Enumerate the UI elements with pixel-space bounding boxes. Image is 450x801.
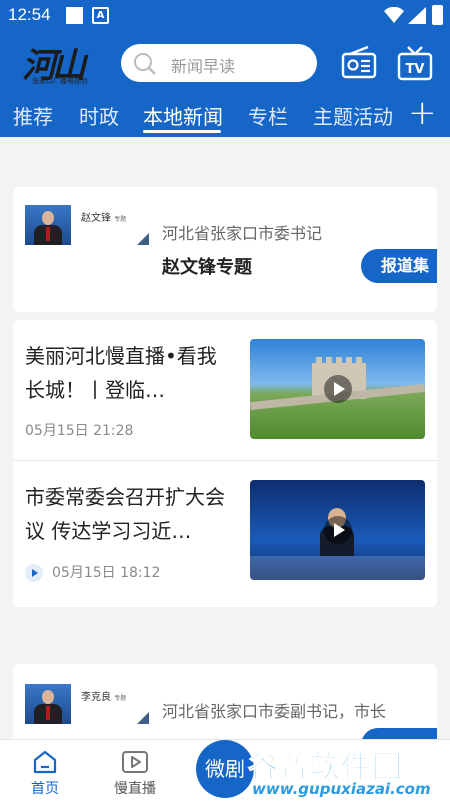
thumbnail-name: 赵文锋 专题 bbox=[81, 213, 127, 224]
tab-column[interactable]: 专栏 bbox=[248, 101, 288, 130]
logo-subtitle: 张家口广播电视台 bbox=[32, 77, 88, 85]
portrait-image bbox=[25, 205, 71, 245]
tab-local-news[interactable]: 本地新闻 bbox=[143, 101, 223, 130]
topic-card[interactable]: 李克良 专题 河北省张家口市委副书记，市长 bbox=[13, 664, 437, 744]
tv-button[interactable]: TV bbox=[396, 44, 434, 82]
topic-card[interactable]: 赵文锋 专题 河北省张家口市委书记 赵文锋专题 报道集 bbox=[13, 187, 437, 312]
signal-icon bbox=[408, 7, 426, 24]
wifi-icon bbox=[384, 7, 404, 23]
notification-square-icon bbox=[66, 7, 83, 24]
play-icon bbox=[324, 375, 352, 403]
news-title: 市委常委会召开扩大会议 传达学习习近… bbox=[25, 485, 225, 543]
battery-icon bbox=[432, 5, 443, 25]
add-tab-icon[interactable]: + bbox=[408, 96, 437, 130]
news-thumbnail bbox=[250, 339, 425, 439]
status-bar: 12:54 A bbox=[0, 0, 450, 30]
play-box-icon bbox=[122, 751, 148, 773]
svg-text:TV: TV bbox=[406, 62, 425, 77]
nav-slow-live-label: 慢直播 bbox=[114, 781, 156, 797]
app-logo: 河山 张家口广播电视台 bbox=[22, 38, 104, 86]
news-item[interactable]: 市委常委会召开扩大会议 传达学习习近… 05月15日 18:12 bbox=[13, 460, 437, 600]
news-time: 05月15日 18:12 bbox=[52, 565, 161, 581]
report-collection-button[interactable]: 报道集 bbox=[361, 249, 437, 283]
portrait-image bbox=[25, 684, 71, 724]
tab-themed-events[interactable]: 主题活动 bbox=[313, 101, 393, 130]
topic-subtitle: 河北省张家口市委副书记，市长 bbox=[162, 702, 387, 721]
nav-slow-live[interactable]: 慢直播 bbox=[105, 740, 165, 801]
notification-a-icon: A bbox=[92, 7, 109, 24]
radio-button[interactable] bbox=[340, 44, 378, 82]
thumbnail-corner bbox=[137, 233, 149, 245]
search-icon bbox=[134, 53, 156, 75]
thumbnail-corner bbox=[137, 712, 149, 724]
topic-subtitle: 河北省张家口市委书记 bbox=[162, 224, 323, 243]
radio-icon bbox=[341, 45, 377, 79]
tv-icon: TV bbox=[397, 46, 433, 81]
tab-recommend[interactable]: 推荐 bbox=[13, 101, 53, 130]
thumbnail-name: 李克良 专题 bbox=[81, 692, 127, 703]
app-header: 12:54 A 河山 张家口广播电视台 新闻早读 TV 推荐 时政 本地新闻 专… bbox=[0, 0, 450, 137]
news-title: 美丽河北慢直播•看我长城！丨登临… bbox=[25, 344, 217, 402]
video-badge-icon bbox=[25, 564, 43, 582]
category-tabs: 推荐 时政 本地新闻 专栏 主题活动 + bbox=[0, 96, 450, 134]
news-list-card: 美丽河北慢直播•看我长城！丨登临… 05月15日 21:28 市委常委会召开扩大… bbox=[13, 320, 437, 607]
news-thumbnail bbox=[250, 480, 425, 580]
status-time: 12:54 bbox=[8, 5, 51, 24]
play-icon bbox=[324, 516, 352, 544]
news-item[interactable]: 美丽河北慢直播•看我长城！丨登临… 05月15日 21:28 bbox=[13, 320, 437, 460]
watermark-url: www.gupuxiazai.com bbox=[252, 780, 431, 798]
topic-thumbnail: 赵文锋 专题 bbox=[25, 205, 149, 245]
site-watermark: 谷普软件园 www.gupuxiazai.com bbox=[246, 742, 450, 800]
topic-thumbnail: 李克良 专题 bbox=[25, 684, 149, 724]
search-input[interactable]: 新闻早读 bbox=[121, 44, 317, 82]
tab-politics[interactable]: 时政 bbox=[79, 101, 119, 130]
search-placeholder: 新闻早读 bbox=[171, 57, 236, 76]
topic-title: 赵文锋专题 bbox=[162, 257, 252, 278]
active-tab-indicator bbox=[143, 130, 221, 133]
nav-home-label: 首页 bbox=[31, 781, 59, 797]
news-time: 05月15日 21:28 bbox=[25, 423, 134, 439]
home-icon bbox=[33, 750, 57, 774]
nav-home[interactable]: 首页 bbox=[15, 740, 75, 801]
